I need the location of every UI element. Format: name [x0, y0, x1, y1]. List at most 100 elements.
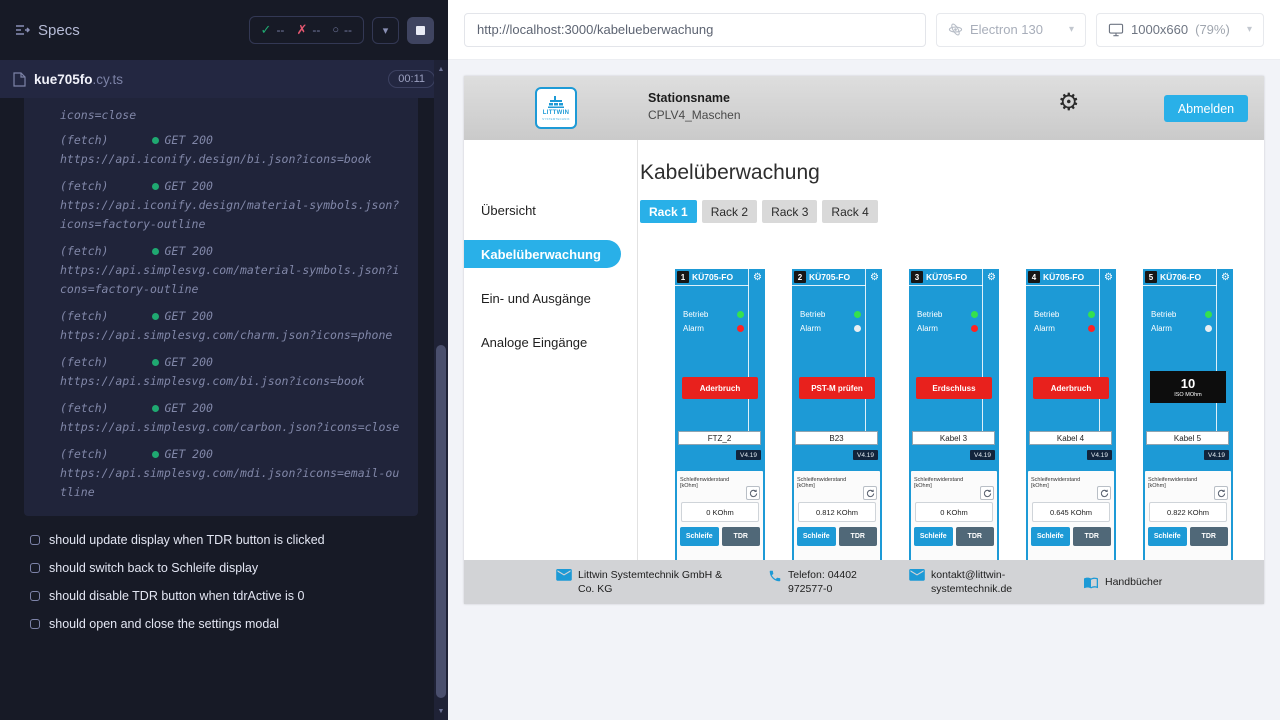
- command-log: icons=close (fetch)GET 200 https://api.i…: [24, 98, 418, 516]
- cable-name-input[interactable]: Kabel 3: [912, 431, 995, 445]
- fetch-log-entry[interactable]: (fetch)GET 200 https://api.simplesvg.com…: [24, 441, 418, 506]
- nav-item-kabelueberwachung[interactable]: Kabelüberwachung: [464, 240, 621, 268]
- fetch-label: (fetch): [60, 353, 108, 372]
- refresh-button[interactable]: [1214, 486, 1228, 500]
- tdr-button[interactable]: TDR: [839, 527, 878, 546]
- test-title-label: should update display when TDR button is…: [49, 533, 325, 547]
- page-title: Kabelüberwachung: [640, 161, 1264, 185]
- module-model: KÜ705-FO: [809, 272, 850, 282]
- tab-rack-4[interactable]: Rack 4: [822, 200, 877, 223]
- fetch-log-entry[interactable]: (fetch)GET 200 https://api.simplesvg.com…: [24, 238, 418, 303]
- tdr-button[interactable]: TDR: [1073, 527, 1112, 546]
- alarm-label: Alarm: [800, 324, 821, 333]
- measurement-value: 0.645 KOhm: [1032, 502, 1110, 522]
- test-title[interactable]: should switch back to Schleife display: [0, 554, 448, 582]
- tdr-button[interactable]: TDR: [1190, 527, 1229, 546]
- station-name: CPLV4_Maschen: [648, 108, 741, 122]
- fetch-url: https://api.simplesvg.com/bi.json?icons=…: [60, 372, 400, 391]
- test-title[interactable]: should disable TDR button when tdrActive…: [0, 582, 448, 610]
- nav-item-analoge-eingaenge[interactable]: Analoge Eingänge: [464, 320, 637, 364]
- spec-file-icon: [13, 72, 26, 87]
- fetch-result: GET 200: [164, 353, 212, 372]
- fetch-log-entry[interactable]: (fetch)GET 200 https://api.simplesvg.com…: [24, 395, 418, 441]
- fetch-log-entry[interactable]: (fetch)GET 200 https://api.simplesvg.com…: [24, 303, 418, 349]
- reporter-header: Specs ✓-- ✗-- ○-- ▾: [0, 0, 448, 60]
- fetch-log-entry[interactable]: (fetch) GET 200 https://api.iconify.desig…: [24, 173, 418, 238]
- firmware-version: V4.19: [736, 450, 761, 460]
- fetch-log-entry[interactable]: (fetch) GET 200 https://api.simplesvg.com…: [24, 349, 418, 395]
- app-body: Übersicht Kabelüberwachung Ein- und Ausg…: [464, 140, 1264, 604]
- tab-rack-2[interactable]: Rack 2: [702, 200, 757, 223]
- viewport-selector[interactable]: 1000x660 (79%) ▾: [1096, 13, 1264, 47]
- cable-name-input[interactable]: B23: [795, 431, 878, 445]
- spec-bar[interactable]: kue705fo.cy.ts 00:11: [0, 60, 448, 98]
- tdr-button[interactable]: TDR: [722, 527, 761, 546]
- tab-rack-3[interactable]: Rack 3: [762, 200, 817, 223]
- firmware-version: V4.19: [853, 450, 878, 460]
- schleife-button[interactable]: Schleife: [680, 527, 719, 546]
- module-gear-icon[interactable]: ⚙: [1221, 273, 1230, 283]
- logout-button[interactable]: Abmelden: [1164, 95, 1248, 122]
- viewport-zoom: (79%): [1195, 22, 1230, 37]
- module-gear-icon[interactable]: ⚙: [1104, 273, 1113, 283]
- collapse-all-button[interactable]: ▾: [372, 17, 399, 44]
- slot-number: 1: [677, 271, 689, 283]
- reporter-scrollbar[interactable]: ▲ ▼: [434, 60, 448, 720]
- app-footer: Littwin Systemtechnik GmbH & Co. KG Tele…: [464, 560, 1264, 604]
- footer-manuals[interactable]: Handbücher: [1083, 575, 1162, 590]
- scroll-up-icon[interactable]: ▲: [434, 62, 448, 76]
- browser-selector[interactable]: Electron 130 ▾: [936, 13, 1086, 47]
- refresh-button[interactable]: [980, 486, 994, 500]
- spec-ext: .cy.ts: [93, 72, 124, 87]
- status-leds: Betrieb Alarm: [1034, 307, 1095, 335]
- url-input[interactable]: [464, 13, 926, 47]
- fetch-url: https://api.iconify.design/material-symb…: [60, 196, 400, 234]
- nav-item-ein-und-ausgaenge[interactable]: Ein- und Ausgänge: [464, 276, 637, 320]
- tdr-button[interactable]: TDR: [956, 527, 995, 546]
- refresh-button[interactable]: [1097, 486, 1111, 500]
- module-gear-icon[interactable]: ⚙: [870, 273, 879, 283]
- fetch-log-entry[interactable]: (fetch)GET 200 https://api.iconify.desig…: [24, 127, 418, 173]
- cable-name-input[interactable]: FTZ_2: [678, 431, 761, 445]
- schleife-button[interactable]: Schleife: [797, 527, 836, 546]
- test-title[interactable]: should update display when TDR button is…: [0, 526, 448, 554]
- cable-name-input[interactable]: Kabel 4: [1029, 431, 1112, 445]
- card-divider: [748, 269, 749, 431]
- footer-email[interactable]: kontakt@littwin-systemtechnik.de: [909, 568, 1043, 596]
- measurement-label: Schleifenwiderstand [kOhm]: [680, 477, 745, 490]
- schleife-button[interactable]: Schleife: [914, 527, 953, 546]
- cable-name-input[interactable]: Kabel 5: [1146, 431, 1229, 445]
- nav-item-uebersicht[interactable]: Übersicht: [464, 188, 637, 232]
- module-gear-icon[interactable]: ⚙: [753, 273, 762, 283]
- module-card-3: 3 KÜ705-FO ⚙ Betrieb Alarm Erdschluss Ka…: [909, 269, 999, 604]
- specs-list-icon[interactable]: [14, 22, 30, 38]
- fetch-label: (fetch): [60, 177, 108, 196]
- stat-pending: ○--: [332, 23, 352, 37]
- success-dot-icon: [152, 313, 159, 320]
- stop-button[interactable]: [407, 17, 434, 44]
- card-header: 3 KÜ705-FO: [909, 269, 983, 286]
- card-header: 2 KÜ705-FO: [792, 269, 866, 286]
- test-title[interactable]: should open and close the settings modal: [0, 610, 448, 638]
- viewport-size: 1000x660: [1131, 22, 1188, 37]
- scroll-down-icon[interactable]: ▼: [434, 704, 448, 718]
- schleife-button[interactable]: Schleife: [1148, 527, 1187, 546]
- status-leds: Betrieb Alarm: [800, 307, 861, 335]
- tab-rack-1[interactable]: Rack 1: [640, 200, 697, 223]
- schleife-button[interactable]: Schleife: [1031, 527, 1070, 546]
- module-model: KÜ705-FO: [926, 272, 967, 282]
- scrollbar-thumb[interactable]: [436, 345, 446, 698]
- card-divider: [1099, 269, 1100, 431]
- card-divider: [865, 269, 866, 431]
- refresh-button[interactable]: [863, 486, 877, 500]
- module-gear-icon[interactable]: ⚙: [987, 273, 996, 283]
- status-leds: Betrieb Alarm: [917, 307, 978, 335]
- status-badge: Erdschluss: [916, 377, 992, 399]
- fetch-result: GET 200: [164, 177, 212, 196]
- measurement-label: Schleifenwiderstand [kOhm]: [1031, 477, 1096, 490]
- module-card-5: 5 KÜ706-FO ⚙ Betrieb Alarm 10 ISO MOhm: [1143, 269, 1233, 604]
- alarm-led: [854, 325, 861, 332]
- settings-gear-icon[interactable]: ⚙: [1058, 91, 1080, 115]
- refresh-button[interactable]: [746, 486, 760, 500]
- stop-icon: [416, 26, 425, 35]
